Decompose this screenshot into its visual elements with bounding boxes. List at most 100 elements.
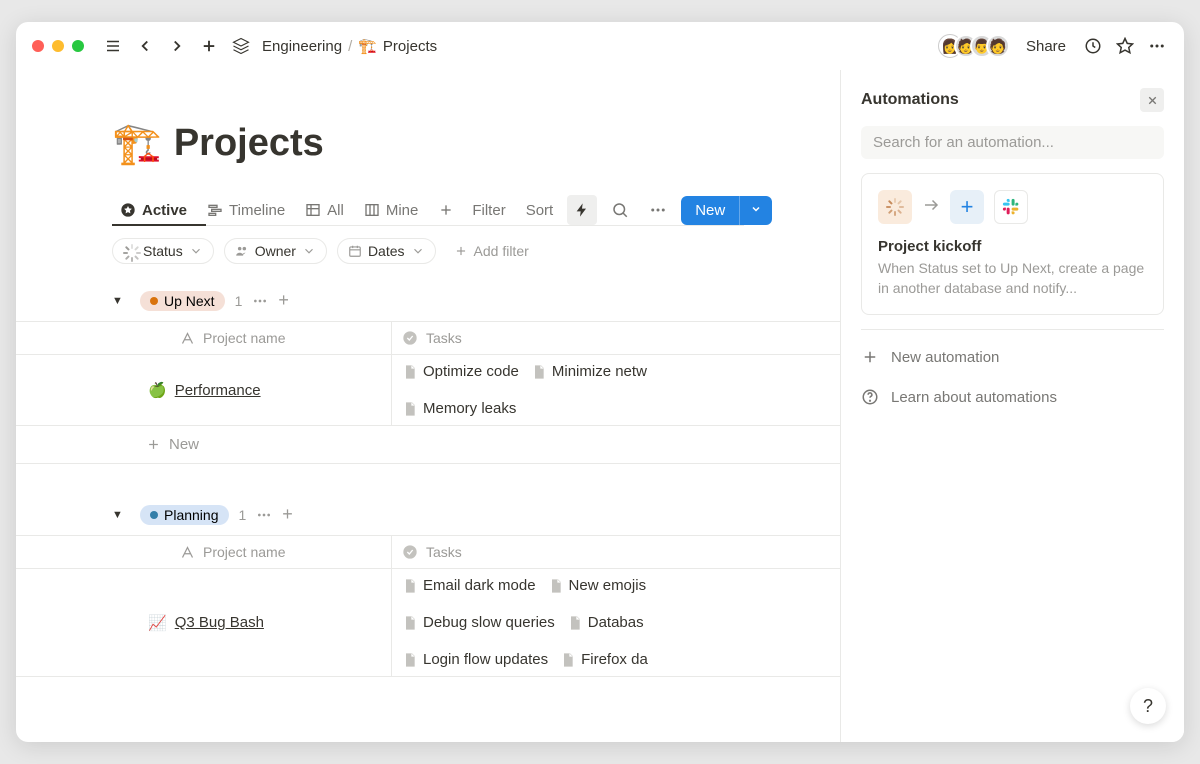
search-icon xyxy=(611,201,629,219)
more-icon xyxy=(252,293,268,309)
checkmark-circle-icon xyxy=(402,330,418,346)
collaborator-avatars[interactable]: 👩 🧑 👨 🧑 xyxy=(938,34,1010,58)
task-chip[interactable]: New emojis xyxy=(548,577,647,594)
new-page-icon[interactable] xyxy=(198,35,220,57)
new-row-button[interactable]: New xyxy=(16,426,840,464)
hamburger-icon[interactable] xyxy=(102,35,124,57)
group-collapse-toggle[interactable]: ▼ xyxy=(112,295,130,307)
share-button[interactable]: Share xyxy=(1020,36,1072,57)
new-row-label: New xyxy=(169,436,199,453)
tab-all[interactable]: All xyxy=(297,196,352,225)
status-dot-icon xyxy=(150,297,158,305)
column-header-tasks[interactable]: Tasks xyxy=(426,330,462,346)
filter-chip-dates[interactable]: Dates xyxy=(337,238,436,264)
add-view-button[interactable] xyxy=(430,196,462,224)
group-more-button[interactable] xyxy=(256,507,272,523)
automation-card[interactable]: + Project kickoff When Status set to Up … xyxy=(861,173,1164,315)
group-count: 1 xyxy=(239,507,247,523)
group-add-button[interactable]: + xyxy=(282,504,293,525)
table-row[interactable]: 📈 Q3 Bug Bash Email dark mode New emojis… xyxy=(16,569,840,677)
help-fab-button[interactable]: ? xyxy=(1130,688,1166,724)
new-button-dropdown[interactable] xyxy=(739,196,772,225)
task-chip[interactable]: Databas xyxy=(567,614,644,631)
tab-timeline[interactable]: Timeline xyxy=(199,196,293,225)
board-icon xyxy=(364,202,380,218)
close-window-icon[interactable] xyxy=(32,40,44,52)
row-name[interactable]: Q3 Bug Bash xyxy=(175,614,264,631)
task-chip[interactable]: Minimize netw xyxy=(531,363,647,380)
tab-active[interactable]: Active xyxy=(112,196,195,225)
page-icon xyxy=(548,578,564,594)
chevron-down-icon xyxy=(189,244,203,258)
arrow-right-icon xyxy=(922,196,940,219)
slack-icon xyxy=(994,190,1028,224)
clock-icon[interactable] xyxy=(1082,35,1104,57)
page-title[interactable]: Projects xyxy=(174,122,324,165)
view-more-button[interactable] xyxy=(643,195,673,225)
new-automation-button[interactable]: New automation xyxy=(861,344,1164,370)
nav-back-icon[interactable] xyxy=(134,35,156,57)
group-add-button[interactable]: + xyxy=(278,290,289,311)
page-icon xyxy=(402,364,418,380)
automations-button[interactable] xyxy=(567,195,597,225)
table-icon xyxy=(305,202,321,218)
create-page-action-icon: + xyxy=(950,190,984,224)
layers-icon[interactable] xyxy=(230,35,252,57)
tab-mine[interactable]: Mine xyxy=(356,196,427,225)
add-filter-button[interactable]: Add filter xyxy=(446,239,537,263)
window-topbar: Engineering / 🏗️ Projects 👩 🧑 👨 🧑 Share xyxy=(16,22,1184,70)
group-pill[interactable]: Planning xyxy=(140,505,229,525)
minimize-window-icon[interactable] xyxy=(52,40,64,52)
status-trigger-icon xyxy=(878,190,912,224)
table-header-row: Project name Tasks xyxy=(16,536,840,569)
filter-chip-row: Status Owner Dates Add filter xyxy=(16,226,840,276)
page-emoji-icon[interactable]: 🏗️ xyxy=(112,120,162,167)
breadcrumb-current[interactable]: Projects xyxy=(383,38,437,55)
tab-label: Mine xyxy=(386,202,419,219)
search-button[interactable] xyxy=(605,195,635,225)
task-chip[interactable]: Debug slow queries xyxy=(402,614,555,631)
filter-chip-status[interactable]: Status xyxy=(112,238,214,264)
automations-panel: Automations + xyxy=(840,70,1184,742)
help-circle-icon xyxy=(861,388,879,406)
row-name[interactable]: Performance xyxy=(175,382,261,399)
group-pill[interactable]: Up Next xyxy=(140,291,225,311)
column-header-name[interactable]: Project name xyxy=(203,544,285,560)
task-chip[interactable]: Email dark mode xyxy=(402,577,536,594)
task-chip[interactable]: Optimize code xyxy=(402,363,519,380)
filter-button[interactable]: Filter xyxy=(466,198,511,223)
timeline-icon xyxy=(207,202,223,218)
group-planning: ▼ Planning 1 + Project name xyxy=(16,464,840,677)
filter-chip-label: Owner xyxy=(255,243,296,259)
new-button-label: New xyxy=(681,196,739,225)
column-header-name[interactable]: Project name xyxy=(203,330,285,346)
traffic-lights xyxy=(32,40,84,52)
plus-icon xyxy=(438,202,454,218)
nav-forward-icon[interactable] xyxy=(166,35,188,57)
star-icon[interactable] xyxy=(1114,35,1136,57)
group-more-button[interactable] xyxy=(252,293,268,309)
group-pill-label: Up Next xyxy=(164,293,215,309)
task-chip[interactable]: Memory leaks xyxy=(402,400,516,417)
task-chip[interactable]: Firefox da xyxy=(560,651,648,668)
page-icon xyxy=(560,652,576,668)
group-collapse-toggle[interactable]: ▼ xyxy=(112,509,130,521)
column-header-tasks[interactable]: Tasks xyxy=(426,544,462,560)
plus-icon xyxy=(454,244,468,258)
table-row[interactable]: 🍏 Performance Optimize code Minimize net… xyxy=(16,355,840,426)
main-content: 🏗️ Projects Active Timeline All xyxy=(16,70,840,742)
close-panel-button[interactable] xyxy=(1140,88,1164,112)
avatar-icon: 🧑 xyxy=(986,34,1010,58)
sort-button[interactable]: Sort xyxy=(520,198,560,223)
task-chip[interactable]: Login flow updates xyxy=(402,651,548,668)
chevron-down-icon xyxy=(750,203,762,215)
automation-search-input[interactable] xyxy=(861,126,1164,159)
learn-automations-button[interactable]: Learn about automations xyxy=(861,384,1164,410)
filter-chip-label: Dates xyxy=(368,243,405,259)
breadcrumb-parent[interactable]: Engineering xyxy=(262,38,342,55)
filter-chip-owner[interactable]: Owner xyxy=(224,238,327,264)
fullscreen-window-icon[interactable] xyxy=(72,40,84,52)
more-icon[interactable] xyxy=(1146,35,1168,57)
new-button[interactable]: New xyxy=(681,196,772,225)
automation-card-title: Project kickoff xyxy=(878,238,1147,255)
